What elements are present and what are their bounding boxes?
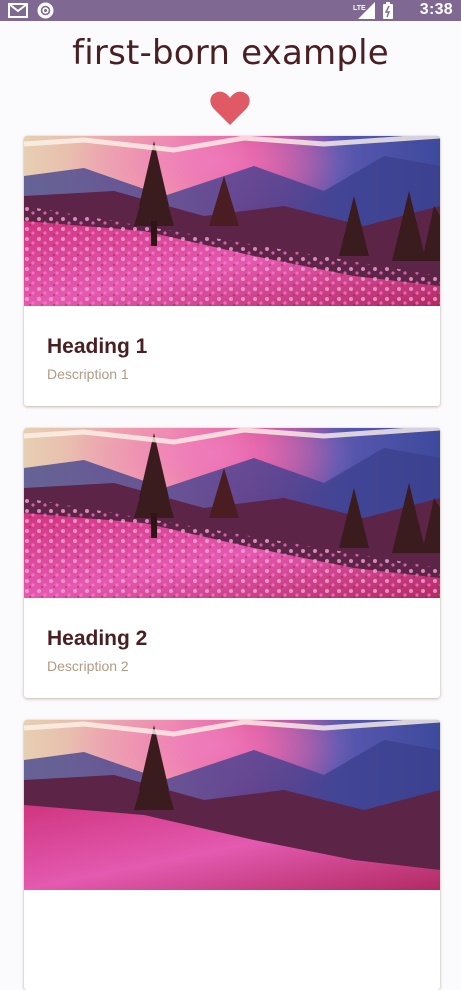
card[interactable]: Heading 1 Description 1 [24,136,440,406]
status-bar-right: LTE 3:38 [353,0,453,21]
card-heading: Heading 2 [47,627,148,650]
card-image [24,720,440,890]
svg-text:LTE: LTE [353,5,366,12]
card[interactable] [24,720,440,990]
card[interactable]: Heading 2 Description 2 [24,428,440,698]
card-description: Description 2 [47,658,129,674]
card-image [24,136,440,306]
card-image [24,428,440,598]
heart-icon[interactable] [210,90,250,126]
battery-icon [383,2,393,19]
app-notification-icon [37,2,54,19]
status-bar: LTE 3:38 [0,0,461,21]
lte-signal-icon: LTE [353,2,375,19]
page-title: first-born example [72,33,389,73]
gmail-icon [8,3,28,18]
card-description: Description 1 [47,366,129,382]
card-heading: Heading 1 [47,335,148,358]
status-time: 3:38 [419,1,453,18]
